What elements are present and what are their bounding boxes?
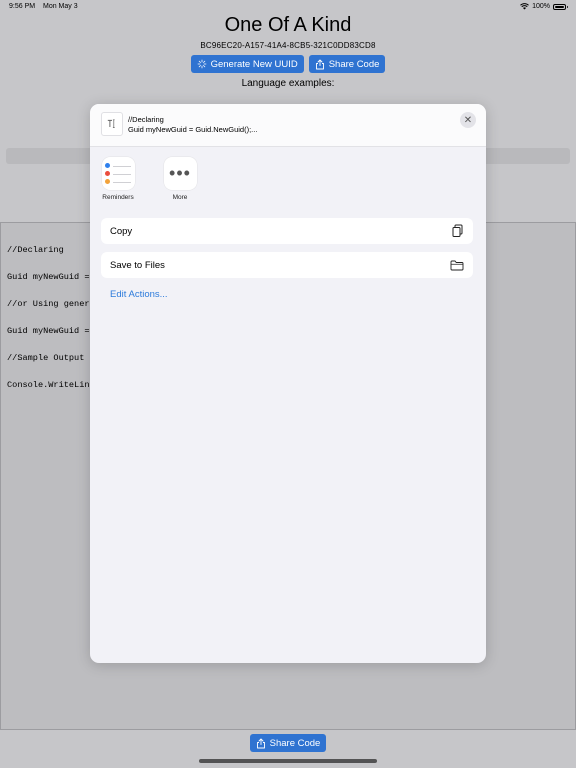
code-line: //or Using gener — [7, 299, 90, 309]
text-document-icon — [101, 112, 123, 136]
share-app-label: Reminders — [102, 194, 134, 201]
wifi-icon — [520, 3, 529, 10]
folder-icon — [450, 260, 464, 270]
code-line: Console.WriteLin — [7, 380, 90, 390]
code-line: Guid myNewGuid = — [7, 272, 90, 282]
code-lines: //Declaring Guid myNewGuid = //or Using … — [7, 228, 91, 408]
code-line: //Declaring — [7, 245, 64, 255]
copy-action[interactable]: Copy — [101, 218, 473, 244]
battery-percent: 100% — [532, 3, 550, 10]
copy-icon — [452, 224, 463, 237]
copy-action-label: Copy — [110, 225, 133, 237]
generate-uuid-button[interactable]: Generate New UUID — [190, 55, 304, 73]
uuid-text: BC96EC20-A157-41A4-8CB5-321C0DD83CD8 — [200, 41, 376, 50]
status-bar: 9:56 PM Mon May 3 100% — [0, 0, 576, 14]
edit-actions-link[interactable]: Edit Actions... — [110, 289, 168, 300]
code-line: //Sample Output — [7, 353, 85, 363]
reminders-icon — [101, 157, 135, 190]
share-code-button[interactable]: Share Code — [308, 55, 386, 73]
close-button[interactable]: ✕ — [460, 112, 476, 128]
status-date: Mon May 3 — [43, 3, 78, 10]
save-to-files-label: Save to Files — [110, 259, 165, 271]
share-app-label: More — [172, 194, 188, 201]
share-app-more[interactable]: ••• More — [160, 157, 200, 201]
bottom-share-code-label: Share Code — [269, 737, 321, 749]
share-sheet-header: //Declaring Guid myNewGuid = Guid.NewGui… — [90, 104, 486, 147]
share-app-reminders[interactable]: Reminders — [98, 157, 138, 201]
close-icon: ✕ — [463, 114, 473, 126]
battery-icon — [553, 3, 568, 10]
language-examples-label: Language examples: — [241, 78, 335, 89]
share-code-label: Share Code — [328, 58, 380, 70]
generate-uuid-label: Generate New UUID — [210, 58, 298, 70]
home-indicator[interactable] — [199, 759, 377, 763]
more-icon: ••• — [163, 157, 197, 190]
share-sheet: //Declaring Guid myNewGuid = Guid.NewGui… — [90, 104, 486, 663]
bottom-share-code-button[interactable]: Share Code — [249, 734, 327, 752]
action-buttons: Generate New UUID Share Code — [0, 55, 576, 73]
status-right: 100% — [520, 3, 568, 10]
share-icon — [256, 738, 265, 748]
app-title: One Of A Kind — [224, 14, 352, 36]
sparkle-icon — [197, 59, 206, 69]
code-line: Guid myNewGuid = — [7, 326, 90, 336]
bottom-share-row: Share Code — [0, 734, 576, 752]
preview-title: //Declaring — [128, 115, 164, 124]
share-icon — [315, 59, 324, 69]
preview-subtitle: Guid myNewGuid = Guid.NewGuid();... — [128, 125, 258, 134]
save-to-files-action[interactable]: Save to Files — [101, 252, 473, 278]
status-time: 9:56 PM — [9, 3, 36, 10]
